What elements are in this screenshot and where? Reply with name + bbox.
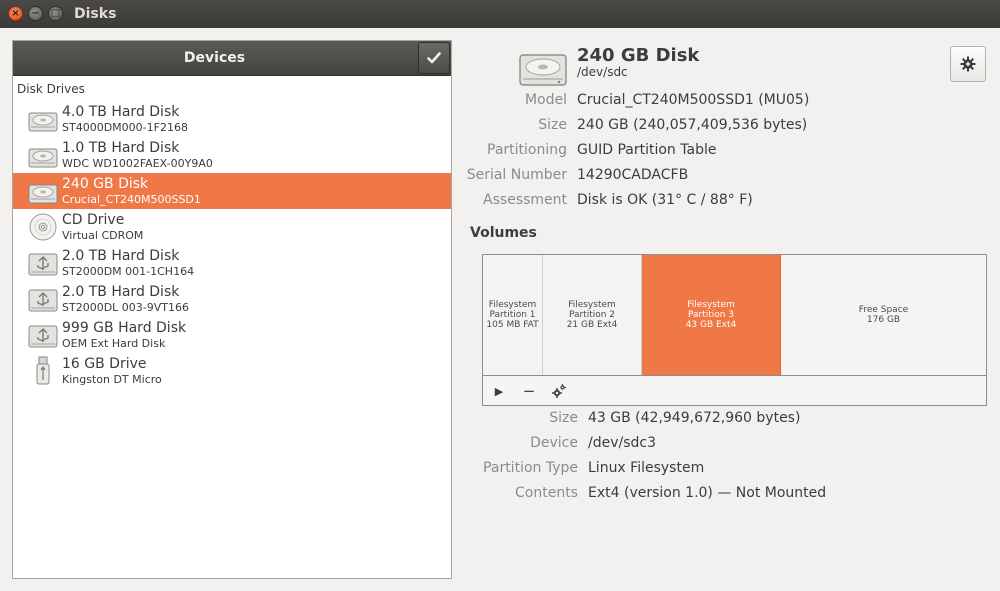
devices-title: Devices	[183, 50, 246, 66]
property-value: Disk is OK (31° C / 88° F)	[577, 192, 753, 208]
partition-property-contents: Contents Ext4 (version 1.0) — Not Mounte…	[0, 485, 1000, 505]
volumes-heading: Volumes	[470, 225, 537, 241]
partition-property-type: Partition Type Linux Filesystem	[0, 460, 1000, 480]
property-value: GUID Partition Table	[577, 142, 717, 158]
device-name: 2.0 TB Hard Disk	[62, 248, 180, 264]
window-titlebar: × − □ Disks	[0, 0, 1000, 28]
delete-partition-button[interactable]: −	[518, 381, 540, 401]
partition-kind: Filesystem	[488, 300, 537, 310]
device-name: 2.0 TB Hard Disk	[62, 284, 180, 300]
cd-drive-icon	[29, 213, 57, 241]
partition-kind: Filesystem	[687, 300, 735, 310]
volumes-map: Filesystem Partition 1 105 MB FAT Filesy…	[482, 254, 987, 406]
minus-icon: −	[522, 382, 536, 400]
partition-label: Partition 3	[687, 310, 735, 320]
play-icon: ▶	[494, 384, 504, 398]
property-value: 14290CADACFB	[577, 167, 689, 183]
partition-size: 43 GB Ext4	[685, 320, 737, 330]
device-list-item[interactable]: CD Drive Virtual CDROM	[13, 209, 451, 245]
minimize-icon: −	[31, 7, 40, 19]
device-model: ST2000DL 003-9VT166	[62, 301, 189, 314]
usb-drive-icon	[36, 356, 50, 385]
property-label: Size	[538, 117, 567, 133]
property-label: Model	[524, 92, 567, 108]
partition-block-selected[interactable]: Filesystem Partition 3 43 GB Ext4	[642, 255, 781, 375]
device-model: Kingston DT Micro	[62, 373, 162, 386]
property-value: Linux Filesystem	[588, 460, 705, 476]
volume-toolbar: ▶ −	[483, 375, 986, 405]
window-maximize-button[interactable]: □	[48, 6, 63, 21]
property-label: Serial Number	[466, 167, 567, 183]
property-label: Device	[530, 435, 578, 451]
disk-device-path: /dev/sdc	[577, 65, 628, 79]
property-value: 240 GB (240,057,409,536 bytes)	[577, 117, 808, 133]
partition-property-device: Device /dev/sdc3	[0, 435, 1000, 455]
partition-property-size: Size 43 GB (42,949,672,960 bytes)	[0, 410, 1000, 430]
device-list-item[interactable]: 2.0 TB Hard Disk ST2000DM 001-1CH164	[13, 245, 451, 281]
partition-size: 105 MB FAT	[486, 320, 539, 330]
partition-block[interactable]: Filesystem Partition 1 105 MB FAT	[483, 255, 543, 375]
device-name: 999 GB Hard Disk	[62, 320, 187, 336]
disk-title: 240 GB Disk	[577, 45, 700, 66]
disk-property-model: Model Crucial_CT240M500SSD1 (MU05)	[0, 92, 1000, 112]
hard-disk-icon	[519, 54, 567, 86]
disk-property-partitioning: Partitioning GUID Partition Table	[0, 142, 1000, 162]
usb-hard-disk-icon	[28, 253, 58, 276]
device-list-item[interactable]: 999 GB Hard Disk OEM Ext Hard Disk	[13, 317, 451, 353]
device-name: CD Drive	[62, 212, 125, 228]
usb-hard-disk-icon	[28, 325, 58, 348]
disk-property-serial: Serial Number 14290CADACFB	[0, 167, 1000, 187]
property-value: Ext4 (version 1.0) — Not Mounted	[588, 485, 827, 501]
window-minimize-button[interactable]: −	[28, 6, 43, 21]
partition-kind: Free Space	[858, 305, 909, 315]
device-model: OEM Ext Hard Disk	[62, 337, 166, 350]
select-mode-button[interactable]	[418, 42, 450, 74]
property-label: Contents	[515, 485, 578, 501]
device-name: 16 GB Drive	[62, 356, 147, 372]
partition-block[interactable]: Filesystem Partition 2 21 GB Ext4	[543, 255, 642, 375]
mount-button[interactable]: ▶	[488, 381, 510, 401]
disk-property-assessment: Assessment Disk is OK (31° C / 88° F)	[0, 192, 1000, 212]
property-value: /dev/sdc3	[588, 435, 657, 451]
partition-size: 176 GB	[866, 315, 901, 325]
property-label: Partition Type	[483, 460, 578, 476]
window-title: Disks	[74, 6, 117, 22]
device-model: ST2000DM 001-1CH164	[62, 265, 195, 278]
disk-property-size: Size 240 GB (240,057,409,536 bytes)	[0, 117, 1000, 137]
property-label: Partitioning	[487, 142, 567, 158]
device-list-item[interactable]: 16 GB Drive Kingston DT Micro	[13, 353, 451, 389]
partition-kind: Filesystem	[568, 300, 616, 310]
partition-label: Partition 1	[489, 310, 536, 320]
drive-options-button[interactable]	[950, 46, 986, 82]
window-close-button[interactable]: ×	[8, 6, 23, 21]
devices-header: Devices	[13, 41, 451, 76]
property-label: Size	[549, 410, 578, 426]
partition-options-button[interactable]	[548, 381, 570, 401]
property-value: 43 GB (42,949,672,960 bytes)	[588, 410, 801, 426]
property-label: Assessment	[483, 192, 567, 208]
gear-icon	[960, 56, 976, 72]
device-model: Virtual CDROM	[62, 229, 144, 242]
gears-icon	[552, 384, 566, 398]
maximize-icon: □	[50, 7, 61, 19]
device-list-item[interactable]: 2.0 TB Hard Disk ST2000DL 003-9VT166	[13, 281, 451, 317]
partition-label: Partition 2	[568, 310, 616, 320]
property-value: Crucial_CT240M500SSD1 (MU05)	[577, 92, 810, 108]
usb-hard-disk-icon	[28, 289, 58, 312]
checkmark-icon	[427, 52, 441, 64]
partition-size: 21 GB Ext4	[566, 320, 618, 330]
free-space-block[interactable]: Free Space 176 GB	[781, 255, 986, 375]
close-icon: ×	[11, 7, 20, 19]
